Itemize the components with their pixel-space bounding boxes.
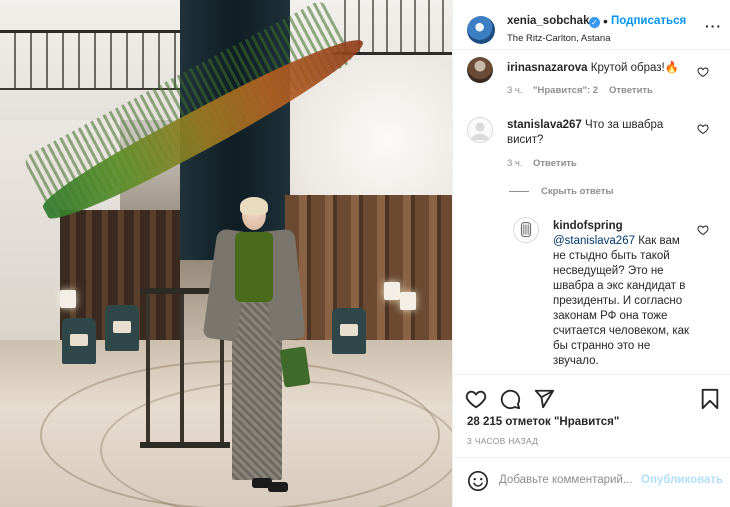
striped-logo-icon — [520, 222, 532, 237]
comment-avatar[interactable] — [467, 117, 493, 143]
photo-person — [200, 197, 311, 495]
publish-button[interactable]: Опубликовать — [641, 474, 723, 486]
person-hair — [240, 197, 268, 215]
photo-lamp — [400, 292, 416, 310]
comment-icon[interactable] — [499, 388, 521, 410]
photo-chair — [105, 305, 139, 351]
table-leg — [146, 294, 150, 444]
person-clutch — [279, 346, 311, 388]
post-location[interactable]: The Ritz-Carlton, Astana — [507, 33, 611, 44]
heart-icon[interactable] — [697, 224, 709, 236]
comment-avatar[interactable] — [467, 57, 493, 83]
post-photo[interactable] — [0, 0, 452, 507]
photo-wood-wall — [285, 195, 452, 355]
person-blouse — [235, 232, 273, 302]
photo-chair — [332, 308, 366, 354]
reply-text: Как вам не стыдно быть такой несведущей?… — [553, 235, 690, 367]
comment-time[interactable]: 3 ч. — [507, 158, 523, 169]
comment-input[interactable] — [499, 468, 639, 492]
comment-body: irinasnazarova Крутой образ!🔥 — [507, 61, 703, 76]
author-avatar[interactable] — [467, 16, 495, 44]
follow-button[interactable]: Подписаться — [611, 15, 686, 27]
bookmark-icon[interactable] — [699, 388, 721, 410]
comment-time[interactable]: 3 ч. — [507, 85, 523, 96]
post-timestamp[interactable]: 3 часов назад — [467, 436, 538, 446]
comment-body: stanislava267 Что за швабра висит? — [507, 118, 697, 148]
photo-balcony-left — [0, 30, 180, 90]
comments-list: irinasnazarova Крутой образ!🔥 3 ч. "Нрав… — [453, 50, 730, 374]
separator-dot: • — [603, 13, 608, 29]
reply-mention[interactable]: @stanislava267 — [553, 235, 635, 247]
ellipsis-icon[interactable]: ··· — [705, 18, 722, 34]
reply-username[interactable]: kindofspring — [553, 220, 623, 232]
photo-lamp — [60, 290, 76, 308]
post-header: xenia_sobchak ✓ • Подписаться The Ritz-C… — [453, 0, 730, 50]
reply-button[interactable]: Ответить — [609, 85, 653, 96]
hide-replies-button[interactable]: Скрыть ответы — [541, 186, 614, 197]
replies-divider — [509, 191, 529, 192]
default-avatar-icon — [470, 122, 490, 141]
emoji-icon[interactable] — [467, 470, 489, 492]
comment-username[interactable]: irinasnazarova — [507, 62, 588, 74]
person-shoe — [268, 482, 288, 492]
comment-username[interactable]: stanislava267 — [507, 119, 582, 131]
verified-icon: ✓ — [589, 17, 600, 28]
heart-icon[interactable] — [465, 388, 487, 410]
heart-icon[interactable] — [697, 66, 709, 78]
author-username[interactable]: xenia_sobchak — [507, 15, 589, 27]
instagram-post: xenia_sobchak ✓ • Подписаться The Ritz-C… — [0, 0, 730, 507]
post-side-panel: xenia_sobchak ✓ • Подписаться The Ritz-C… — [452, 0, 730, 507]
photo-lamp — [384, 282, 400, 300]
table-leg — [180, 294, 184, 444]
likes-count[interactable]: 28 215 отметок "Нравится" — [467, 416, 619, 428]
reply-button[interactable]: Ответить — [533, 158, 577, 169]
reply-avatar[interactable] — [513, 217, 539, 243]
reply-body: kindofspring @stanislava267 Как вам не с… — [553, 219, 691, 369]
share-icon[interactable] — [533, 388, 555, 410]
heart-icon[interactable] — [697, 123, 709, 135]
comment-text: Крутой образ!🔥 — [590, 62, 680, 74]
comment-likes[interactable]: "Нравится": 2 — [533, 85, 598, 96]
photo-chair — [62, 318, 96, 364]
add-comment-bar: Опубликовать — [453, 457, 730, 507]
